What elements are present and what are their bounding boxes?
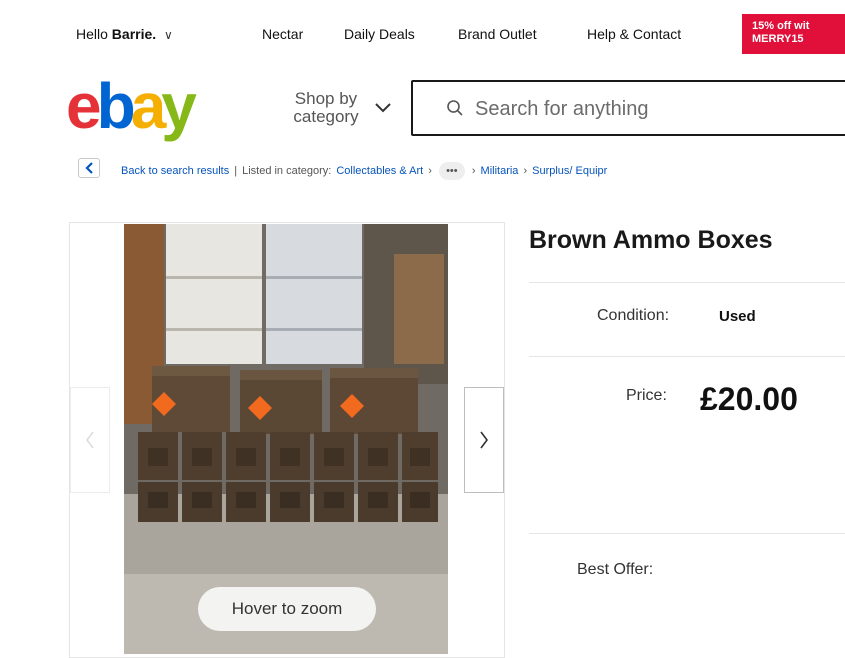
search-input[interactable] [473, 94, 827, 124]
promo-line2: MERRY15 [752, 33, 804, 45]
top-bar: Hello Barrie. ∨ Nectar Daily Deals Brand… [0, 0, 845, 72]
promo-banner[interactable]: 15% off wit MERRY15 [742, 14, 845, 54]
nav-link-brand-outlet[interactable]: Brand Outlet [458, 26, 537, 42]
gallery-prev-button[interactable] [70, 387, 110, 493]
greeting[interactable]: Hello Barrie. ∨ [76, 26, 173, 42]
nav-link-nectar[interactable]: Nectar [262, 26, 303, 42]
greeting-prefix: Hello [76, 26, 108, 42]
divider [529, 356, 845, 357]
condition-value: Used [719, 308, 756, 325]
price-value: £20.00 [700, 381, 798, 417]
listed-in-label: Listed in category: [242, 165, 332, 177]
hover-to-zoom-hint: Hover to zoom [198, 587, 376, 631]
best-offer-label: Best Offer: [577, 561, 654, 578]
condition-label: Condition: [597, 307, 670, 324]
gallery-next-button[interactable] [464, 387, 504, 493]
nav-link-help-contact[interactable]: Help & Contact [587, 26, 681, 42]
nav-link-daily-deals[interactable]: Daily Deals [344, 26, 415, 42]
breadcrumb-item-collectables[interactable]: Collectables & Art [336, 165, 423, 177]
back-to-search-link[interactable]: Back to search results [121, 165, 229, 177]
search-box[interactable] [411, 80, 845, 136]
chevron-right-icon: › [471, 165, 476, 177]
svg-text:ebay: ebay [66, 72, 197, 142]
chevron-right-icon: › [523, 165, 528, 177]
chevron-left-icon [86, 431, 94, 449]
item-title: Brown Ammo Boxes [529, 226, 773, 254]
chevron-down-icon[interactable] [375, 103, 391, 113]
chevron-right-icon: › [428, 165, 432, 177]
price-label: Price: [626, 387, 667, 404]
shop-by-category-button[interactable]: Shop by category [286, 90, 366, 126]
breadcrumb-item-militaria[interactable]: Militaria [481, 165, 519, 177]
chevron-left-icon [84, 162, 93, 174]
divider [529, 533, 845, 534]
more-icon[interactable]: ••• [438, 162, 465, 180]
chevron-down-icon: ∨ [164, 28, 173, 42]
promo-line1: 15% off wit [752, 20, 810, 32]
back-button[interactable] [78, 158, 100, 178]
chevron-right-icon [480, 431, 488, 449]
breadcrumb-item-surplus[interactable]: Surplus/ Equipr [532, 165, 607, 177]
divider [529, 282, 845, 283]
ebay-logo[interactable]: ebay [66, 72, 246, 144]
user-name: Barrie. [111, 26, 157, 42]
search-icon [447, 100, 463, 116]
shop-by-line1: Shop by [294, 89, 358, 108]
separator: | [234, 165, 238, 177]
shop-by-line2: category [293, 107, 359, 126]
